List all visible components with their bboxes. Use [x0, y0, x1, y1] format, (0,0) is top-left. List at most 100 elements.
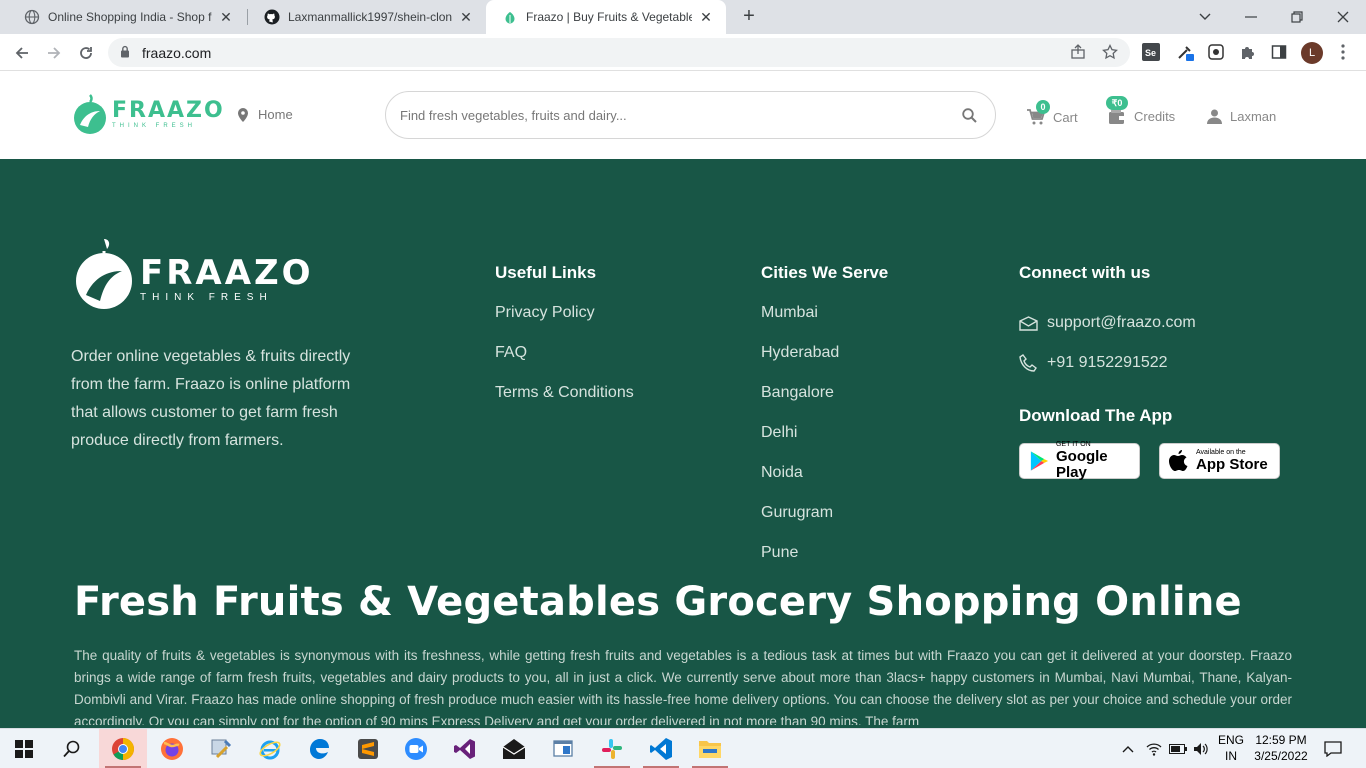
new-tab-button[interactable]: +	[738, 5, 760, 28]
lock-icon	[120, 45, 130, 63]
taskbar-slack[interactable]	[588, 729, 636, 768]
taskbar-file-explorer[interactable]	[686, 729, 734, 768]
app-store-button[interactable]: Available on the App Store	[1159, 443, 1280, 479]
tab-title: Fraazo | Buy Fruits & Vegetables	[526, 10, 692, 24]
credits-button[interactable]: Credits	[1109, 109, 1175, 124]
taskbar-window-app[interactable]	[539, 729, 587, 768]
back-button[interactable]	[10, 41, 34, 65]
city-link-gurugram[interactable]: Gurugram	[761, 503, 888, 543]
chevron-down-icon[interactable]	[1182, 0, 1228, 34]
taskbar-edge[interactable]	[295, 729, 343, 768]
visual-studio-icon	[454, 739, 475, 759]
wallet-icon	[1109, 109, 1124, 124]
forward-button[interactable]	[42, 41, 66, 65]
cities-column: Cities We Serve Mumbai Hyderabad Bangalo…	[761, 263, 888, 583]
notification-center-icon[interactable]	[1324, 729, 1342, 768]
account-button[interactable]: Laxman	[1207, 109, 1276, 124]
browser-toolbar: fraazo.com Se L	[0, 34, 1366, 71]
footer-logo-wordmark: FRAAZO	[140, 252, 314, 293]
city-link-delhi[interactable]: Delhi	[761, 423, 888, 463]
terms-conditions-link[interactable]: Terms & Conditions	[495, 383, 634, 423]
eyedropper-extension-icon[interactable]	[1176, 43, 1194, 61]
home-label: Home	[258, 107, 293, 122]
network-icon[interactable]	[1146, 729, 1162, 768]
google-play-big-text: Google Play	[1055, 448, 1108, 481]
edge-icon	[310, 739, 329, 759]
home-location-link[interactable]: Home	[238, 107, 293, 122]
tab-title: Online Shopping India - Shop for	[48, 10, 212, 24]
site-footer: FRAAZO THINK FRESH Order online vegetabl…	[0, 159, 1366, 728]
bookmark-star-icon[interactable]	[1102, 43, 1118, 65]
profile-avatar[interactable]: L	[1301, 42, 1323, 64]
more-menu-icon[interactable]	[1334, 43, 1352, 61]
github-icon	[264, 9, 280, 25]
volume-icon[interactable]	[1193, 729, 1209, 768]
minimize-button[interactable]	[1228, 0, 1274, 34]
city-link-pune[interactable]: Pune	[761, 543, 888, 583]
taskbar-zoom[interactable]	[392, 729, 440, 768]
taskbar-vscode[interactable]	[637, 729, 685, 768]
email-contact[interactable]: support@fraazo.com	[1019, 303, 1196, 343]
tools-icon	[211, 739, 232, 759]
taskbar-sublime[interactable]	[344, 729, 392, 768]
seo-headline: Fresh Fruits & Vegetables Grocery Shoppi…	[74, 579, 1242, 625]
apple-icon	[1169, 450, 1188, 471]
tab-github[interactable]: Laxmanmallick1997/shein-clone: ✕	[248, 0, 486, 34]
taskbar-app-tools[interactable]	[197, 729, 245, 768]
faq-link[interactable]: FAQ	[495, 343, 634, 383]
start-button[interactable]	[0, 729, 48, 768]
city-link-noida[interactable]: Noida	[761, 463, 888, 503]
cart-count-badge: 0	[1036, 100, 1050, 114]
close-window-button[interactable]	[1320, 0, 1366, 34]
logo-tagline: THINK FRESH	[112, 122, 197, 129]
puzzle-icon[interactable]	[1239, 43, 1257, 61]
windows-taskbar: ENG IN 12:59 PM 3/25/2022	[0, 728, 1366, 768]
side-panel-icon[interactable]	[1270, 43, 1288, 61]
show-hidden-icons[interactable]	[1122, 729, 1134, 768]
folder-icon	[699, 741, 721, 758]
share-icon[interactable]	[1070, 44, 1086, 65]
city-link-mumbai[interactable]: Mumbai	[761, 303, 888, 343]
restore-button[interactable]	[1274, 0, 1320, 34]
taskbar-chrome[interactable]	[99, 729, 147, 768]
search-icon	[63, 740, 80, 758]
taskbar-visual-studio[interactable]	[441, 729, 489, 768]
cart-label: Cart	[1053, 109, 1078, 125]
taskbar-internet-explorer[interactable]	[246, 729, 294, 768]
taskbar-firefox[interactable]	[148, 729, 196, 768]
credits-amount-badge: ₹0	[1106, 96, 1128, 110]
footer-logo[interactable]: FRAAZO THINK FRESH	[74, 237, 314, 311]
close-tab-icon[interactable]: ✕	[698, 9, 714, 26]
close-tab-icon[interactable]: ✕	[218, 9, 234, 26]
phone-contact[interactable]: +91 9152291522	[1019, 343, 1196, 383]
search-box	[385, 91, 996, 139]
system-clock[interactable]: 12:59 PM 3/25/2022	[1254, 732, 1308, 764]
fraazo-logo[interactable]: FRAAZO THINK FRESH	[72, 93, 225, 135]
google-play-icon	[1030, 451, 1049, 471]
phone-text: +91 9152291522	[1047, 354, 1168, 371]
battery-icon[interactable]	[1169, 729, 1187, 768]
fraazo-leaf-icon	[76, 239, 132, 309]
address-bar[interactable]: fraazo.com	[108, 38, 1130, 67]
taskbar-mail-app[interactable]	[490, 729, 538, 768]
connect-column: Connect with us support@fraazo.com +91 9…	[1019, 263, 1196, 383]
taskbar-search-button[interactable]	[48, 729, 96, 768]
record-extension-icon[interactable]	[1207, 43, 1225, 61]
google-play-button[interactable]: GET IT ON Google Play	[1019, 441, 1140, 481]
selenium-extension-icon[interactable]: Se	[1142, 43, 1160, 61]
tab-fraazo[interactable]: Fraazo | Buy Fruits & Vegetables ✕	[486, 0, 726, 34]
input-language-indicator[interactable]: ENG IN	[1214, 732, 1248, 764]
close-tab-icon[interactable]: ✕	[458, 9, 474, 26]
cart-button[interactable]: Cart	[1027, 109, 1078, 125]
search-input[interactable]	[400, 105, 940, 125]
city-link-bangalore[interactable]: Bangalore	[761, 383, 888, 423]
city-link-hyderabad[interactable]: Hyderabad	[761, 343, 888, 383]
fraazo-leaf-icon	[74, 94, 106, 134]
slack-icon	[602, 739, 622, 759]
reload-button[interactable]	[74, 41, 98, 65]
search-icon[interactable]	[962, 108, 977, 128]
privacy-policy-link[interactable]: Privacy Policy	[495, 303, 634, 343]
vscode-icon	[650, 738, 672, 760]
user-name: Laxman	[1230, 109, 1277, 124]
tab-online-shopping[interactable]: Online Shopping India - Shop for ✕	[8, 0, 246, 34]
